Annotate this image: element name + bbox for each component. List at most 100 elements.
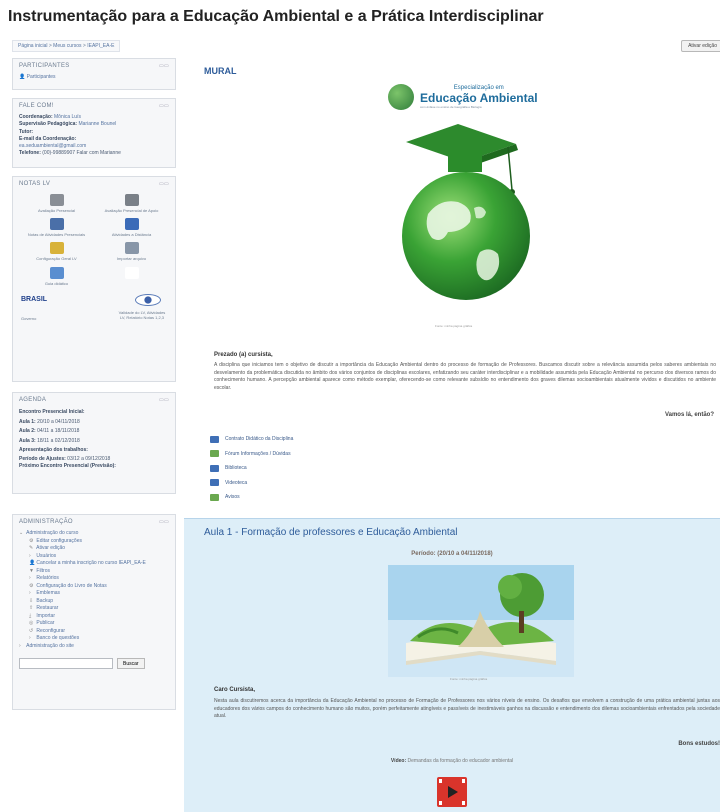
- admin-search-input[interactable]: [19, 658, 113, 669]
- grade-link[interactable]: Importar arquivo: [94, 242, 169, 261]
- admin-menu-item[interactable]: ⇩ Backup: [19, 598, 169, 606]
- admin-menu-label: Emblemas: [36, 590, 61, 596]
- eye-icon[interactable]: [135, 293, 161, 306]
- admin-menu-item[interactable]: › Usuários: [19, 553, 169, 561]
- resource-item[interactable]: Fórum Informações / Dúvidas: [210, 447, 293, 462]
- grade-link[interactable]: Guia didático: [19, 266, 94, 286]
- admin-menu-item[interactable]: ⇧ Restaurar: [19, 605, 169, 613]
- grade-link-label: Guia didático: [44, 280, 69, 286]
- globe-image: Fonte: minha página gráfica: [388, 120, 538, 330]
- admin-menu-item[interactable]: ⚙ Configuração do Livro de Notas: [19, 583, 169, 591]
- admin-menu-label: Editar configurações: [36, 537, 82, 544]
- grade-link[interactable]: Avaliação Presencial: [19, 194, 94, 213]
- edit-mode-button[interactable]: Ativar edição: [681, 40, 720, 52]
- agenda-block: AGENDA ▭▭ Encontro Presencial Inicial: Au…: [12, 392, 176, 494]
- admin-menu-label: Ativar edição: [36, 545, 66, 551]
- grade-link-label: Notas de Atividades Presenciais: [27, 232, 86, 238]
- block-title: FALE COM!: [19, 103, 54, 109]
- folder-icon: [210, 464, 219, 472]
- arrow-icon: ›: [29, 635, 31, 641]
- admin-search-button[interactable]: Buscar: [117, 658, 145, 669]
- folder-icon: [210, 479, 219, 487]
- globe-caption: Fonte: minha página gráfica: [435, 324, 473, 328]
- lesson-1-section: Aula 1 - Formação de professores e Educa…: [184, 518, 720, 812]
- admin-menu-item[interactable]: › Relatórios: [19, 575, 169, 583]
- backup-icon: ⇩: [29, 597, 34, 604]
- breadcrumb-my-courses[interactable]: Meus cursos: [53, 43, 81, 49]
- video-title[interactable]: Demandas da formação do educador ambient…: [408, 758, 514, 764]
- admin-menu-item[interactable]: › Administração do site: [19, 643, 169, 651]
- video-line: Vídeo: Demandas da formação do educador …: [184, 758, 720, 764]
- block-title: ADMINISTRAÇÃO: [19, 519, 73, 525]
- forum-icon: [210, 493, 219, 501]
- user-icon: 👤: [29, 560, 36, 566]
- participants-link[interactable]: Participantes: [27, 74, 56, 80]
- resource-label: Fórum Informações / Dúvidas: [225, 450, 291, 457]
- course-logo: Especialização em Educação Ambiental com…: [388, 84, 538, 110]
- admin-menu-item[interactable]: › Banco de questões: [19, 635, 169, 643]
- admin-menu-item[interactable]: ⌄ Administração do curso: [19, 530, 169, 538]
- video-label: Vídeo:: [390, 758, 407, 764]
- governo-label: Governo: [21, 315, 37, 321]
- admin-menu-label: Banco de questões: [36, 635, 80, 641]
- grade-link[interactable]: Avaliação Presencial de Apoio: [94, 194, 169, 213]
- admin-menu-label: Restaurar: [36, 605, 59, 611]
- grade-link[interactable]: Configuração Geral LV: [19, 242, 94, 261]
- folder-icon: [210, 435, 219, 443]
- open-book-image: Fonte: minha página gráfica: [388, 565, 574, 681]
- resource-item[interactable]: Avisos: [210, 490, 293, 505]
- participants-block: PARTICIPANTES ▭▭ 👤 Participantes: [12, 58, 176, 90]
- restore-icon: ⇧: [29, 605, 34, 611]
- eye-caption[interactable]: Validade do LV, Atividades LV, Relatório…: [117, 310, 167, 321]
- contact-row: E-mail da Coordenação:: [19, 135, 77, 142]
- block-title: AGENDA: [19, 397, 47, 403]
- block-controls-icon[interactable]: ▭▭: [159, 63, 169, 69]
- admin-menu-item[interactable]: ▼ Filtros: [19, 568, 169, 576]
- lesson-title[interactable]: Aula 1 - Formação de professores e Educa…: [204, 527, 457, 538]
- admin-menu-label: Usuários: [36, 552, 57, 559]
- grade-link[interactable]: Atividades a Distância: [94, 218, 169, 237]
- admin-menu-item[interactable]: ⤓ Importar: [19, 613, 169, 621]
- blank-icon: [124, 266, 139, 279]
- admin-menu-item[interactable]: ✎ Ativar edição: [19, 545, 169, 553]
- resource-item[interactable]: Biblioteca: [210, 461, 293, 476]
- admin-menu-item[interactable]: › Emblemas: [19, 590, 169, 598]
- gear-icon: ⚙: [29, 582, 34, 589]
- block-controls-icon[interactable]: ▭▭: [159, 397, 169, 403]
- admin-menu-label: Cancelar a minha inscrição no curso IEAP…: [36, 560, 146, 566]
- contact-phone: Telefone: (00)-99889907 Falar com Marian…: [19, 150, 121, 157]
- contact-row: Tutor:: [19, 128, 34, 135]
- admin-menu-item[interactable]: ◎ Publicar: [19, 620, 169, 628]
- grade-link[interactable]: [94, 266, 169, 286]
- publish-icon: ◎: [29, 620, 34, 626]
- resource-item[interactable]: Videoteca: [210, 476, 293, 491]
- video-play-icon[interactable]: [437, 777, 467, 807]
- user-icon: 👤: [19, 74, 26, 80]
- grade-link-label: Avaliação Presencial de Apoio: [104, 208, 159, 213]
- breadcrumb-course[interactable]: IEAPI_EA-E: [87, 43, 114, 49]
- breadcrumb-home[interactable]: Página inicial: [18, 43, 47, 49]
- globe-icon: [49, 266, 64, 279]
- admin-menu-item[interactable]: ⚙ Editar configurações: [19, 538, 169, 546]
- block-controls-icon[interactable]: ▭▭: [159, 103, 169, 109]
- admin-menu-item[interactable]: ↺ Reconfigurar: [19, 628, 169, 636]
- page-title: Instrumentação para a Educação Ambiental…: [8, 8, 544, 25]
- block-title: NOTAS LV: [19, 181, 51, 187]
- block-controls-icon[interactable]: ▭▭: [159, 181, 169, 187]
- pencil-icon: ✎: [29, 545, 34, 551]
- block-title: PARTICIPANTES: [19, 63, 70, 69]
- grade-link[interactable]: Notas de Atividades Presenciais: [19, 218, 94, 237]
- lesson-signoff: Bons estudos!: [678, 741, 720, 747]
- admin-menu-item[interactable]: 👤 Cancelar a minha inscrição no curso IE…: [19, 560, 169, 568]
- admin-menu-label: Importar: [36, 612, 56, 619]
- contact-email[interactable]: ea.seduambiental@gmail.com: [19, 143, 169, 150]
- block-controls-icon[interactable]: ▭▭: [159, 519, 169, 525]
- arrow-icon: ›: [19, 642, 21, 649]
- spreadsheet-icon: [49, 194, 64, 206]
- mural-signoff: Vamos lá, então?: [664, 412, 714, 418]
- mural-greeting: Prezado (a) cursista,: [214, 352, 273, 358]
- resource-item[interactable]: Contrato Didático da Disciplina: [210, 432, 293, 447]
- grades-block: NOTAS LV ▭▭ Avaliação Presencial Avaliação…: [12, 176, 176, 382]
- agenda-class-row: Aula 2: 04/11 a 18/11/2018: [19, 428, 80, 434]
- arrow-icon: ›: [29, 575, 31, 581]
